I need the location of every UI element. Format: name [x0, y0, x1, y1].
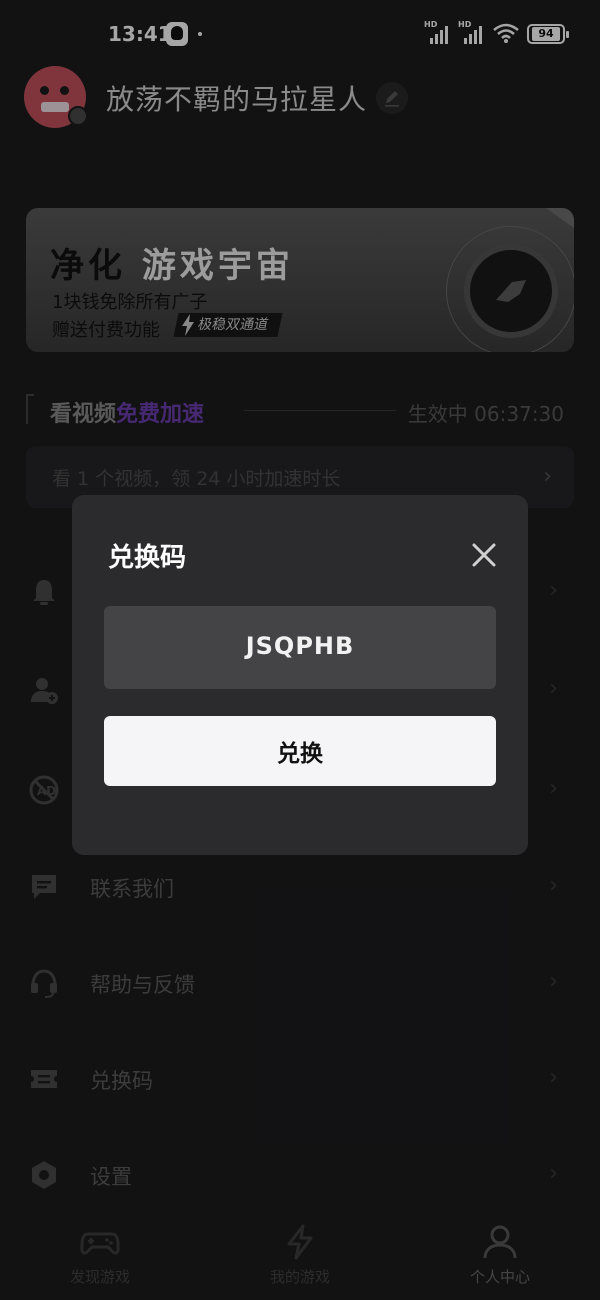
redeem-code-value: JSQPHB [245, 632, 355, 660]
dialog-title: 兑换码 [108, 543, 187, 573]
redeem-button[interactable]: 兑换 [104, 716, 496, 786]
close-icon[interactable] [468, 539, 500, 571]
redeem-code-input[interactable]: JSQPHB [104, 606, 496, 689]
redeem-code-dialog: 兑换码 JSQPHB 兑换 [72, 495, 528, 855]
